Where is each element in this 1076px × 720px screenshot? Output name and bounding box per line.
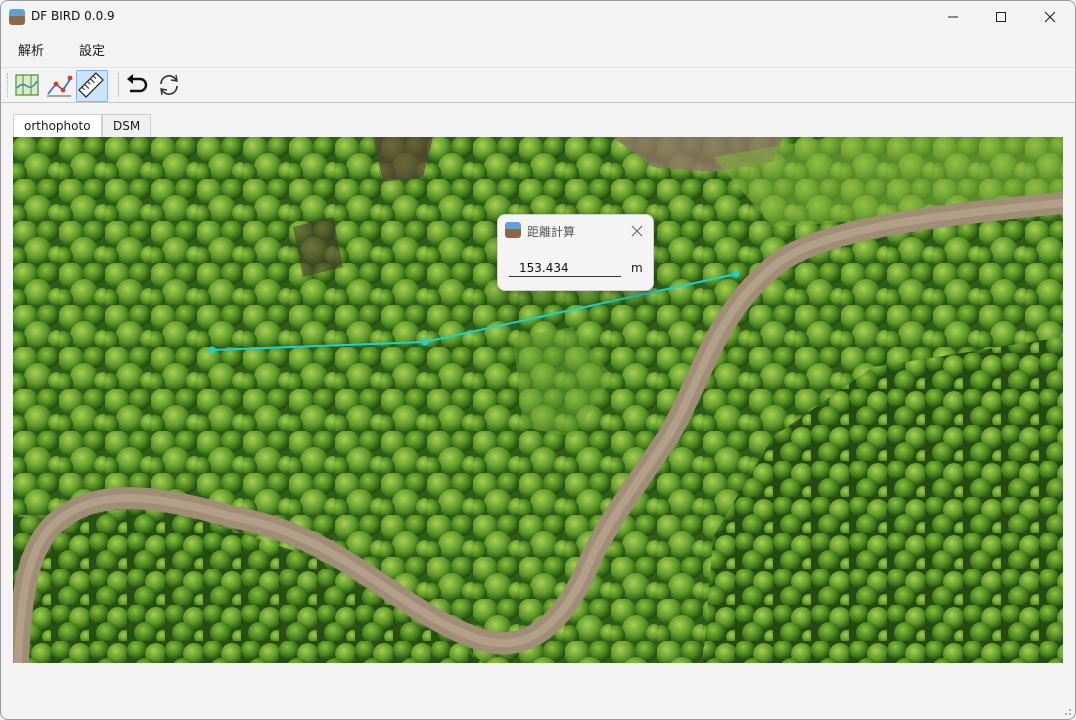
app-logo-icon: [505, 222, 521, 238]
tab-orthophoto[interactable]: orthophoto: [13, 114, 102, 139]
refresh-button[interactable]: [154, 70, 184, 100]
point-analysis-button[interactable]: [44, 70, 74, 100]
window-title: DF BIRD 0.0.9: [31, 9, 115, 23]
tab-dsm[interactable]: DSM: [102, 114, 152, 138]
dialog-title: 距離計算: [527, 225, 576, 239]
close-button[interactable]: [1026, 1, 1074, 33]
app-window: DF BIRD 0.0.9 解析 設定 orthophoto DSM 距離計算 …: [0, 0, 1076, 720]
toolbar-separator: [118, 73, 119, 97]
maximize-button[interactable]: [977, 1, 1025, 33]
refresh-icon: [160, 74, 178, 96]
ruler-button[interactable]: [76, 70, 108, 102]
close-icon: [631, 225, 643, 237]
minimize-icon: [948, 16, 958, 18]
menu-analysis[interactable]: 解析: [18, 40, 44, 59]
distance-dialog: 距離計算 m: [497, 214, 654, 291]
measurement-point: [421, 338, 429, 346]
menu-settings[interactable]: 設定: [79, 40, 105, 59]
point-analysis-icon: [47, 75, 73, 97]
ruler-icon: [78, 72, 104, 98]
toolbar: [1, 67, 1075, 103]
minimize-button[interactable]: [929, 1, 977, 33]
map-tool-icon: [15, 74, 39, 96]
close-icon: [1044, 11, 1056, 23]
toolbar-grip[interactable]: [7, 73, 10, 97]
undo-button[interactable]: [122, 70, 152, 100]
maximize-icon: [996, 12, 1006, 22]
resize-grip-icon[interactable]: [1062, 706, 1072, 716]
distance-field[interactable]: [509, 259, 621, 277]
menu-bar: 解析 設定: [1, 35, 1075, 61]
undo-icon: [127, 74, 148, 93]
distance-unit-label: m: [631, 261, 643, 275]
measurement-point: [208, 346, 216, 354]
app-logo-icon: [9, 9, 25, 25]
map-tool-button[interactable]: [12, 70, 42, 100]
title-bar: DF BIRD 0.0.9: [1, 1, 1075, 33]
dialog-close-button[interactable]: [631, 220, 643, 241]
measurement-point: [732, 270, 740, 278]
